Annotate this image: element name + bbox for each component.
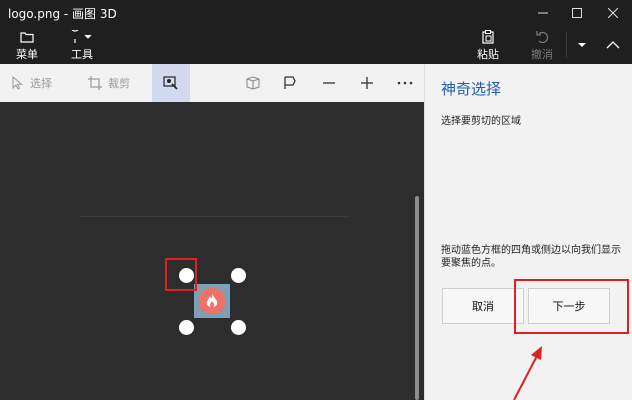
logo-image (194, 284, 230, 318)
tools-button[interactable]: 工具 (62, 28, 102, 62)
flag-button[interactable] (277, 64, 303, 102)
vertical-scrollbar[interactable] (415, 196, 419, 400)
panel-title: 神奇选择 (441, 80, 502, 98)
minus-icon (323, 82, 335, 84)
window-title: logo.png - 画图 3D (8, 7, 117, 21)
more-icon (397, 81, 413, 85)
remove-button[interactable] (316, 64, 342, 102)
undo-icon (535, 28, 549, 46)
close-button[interactable] (598, 2, 628, 24)
3d-view-icon (246, 76, 260, 90)
more-options-button[interactable] (392, 64, 418, 102)
undo-button[interactable]: 撤消 (522, 28, 562, 62)
3d-view-button[interactable] (240, 64, 266, 102)
crop-tool[interactable]: 裁剪 (88, 64, 130, 102)
highlight-box-handle (165, 258, 197, 291)
tools-icon (69, 28, 95, 46)
resize-handle-top-right[interactable] (231, 268, 246, 283)
minimize-icon (538, 12, 548, 14)
selection-toolbar: 选择 裁剪 (0, 64, 424, 102)
panel-subtitle: 选择要剪切的区域 (441, 116, 521, 127)
tools-label: 工具 (71, 48, 93, 61)
annotation-arrow (513, 346, 542, 400)
paste-icon (481, 28, 495, 46)
canvas-guide-line (80, 216, 350, 217)
more-dropdown-button[interactable] (567, 34, 597, 56)
paste-button[interactable]: 粘贴 (468, 28, 508, 62)
cancel-button[interactable]: 取消 (442, 288, 524, 324)
crop-icon (88, 76, 102, 90)
menu-label: 菜单 (16, 48, 38, 61)
title-bar: logo.png - 画图 3D 菜单 工具 粘贴 撤消 (0, 0, 632, 64)
resize-handle-bottom-left[interactable] (179, 320, 194, 335)
maximize-icon (572, 8, 582, 18)
highlight-box-next (514, 279, 629, 334)
chevron-up-icon (606, 41, 620, 49)
drawing-canvas[interactable] (0, 102, 424, 400)
caret-down-icon (578, 43, 586, 47)
minimize-button[interactable] (528, 2, 558, 24)
resize-handle-bottom-right[interactable] (231, 320, 246, 335)
crop-label: 裁剪 (108, 77, 130, 90)
select-tool[interactable]: 选择 (12, 64, 52, 102)
maximize-button[interactable] (562, 2, 592, 24)
menu-button[interactable]: 菜单 (7, 28, 47, 62)
magic-select-icon (163, 76, 178, 90)
select-label: 选择 (30, 77, 52, 90)
plus-icon (361, 77, 373, 89)
flame-icon (199, 288, 225, 314)
panel-description: 拖动蓝色方框的四角或侧边以向我们显示要聚焦的点。 (441, 245, 621, 269)
cursor-icon (12, 76, 23, 90)
add-button[interactable] (354, 64, 380, 102)
collapse-ribbon-button[interactable] (598, 34, 628, 56)
close-icon (608, 8, 618, 18)
magic-select-tool[interactable] (152, 64, 190, 102)
paste-label: 粘贴 (477, 48, 499, 61)
folder-icon (20, 28, 34, 46)
flag-icon (284, 76, 296, 89)
undo-label: 撤消 (531, 48, 553, 61)
